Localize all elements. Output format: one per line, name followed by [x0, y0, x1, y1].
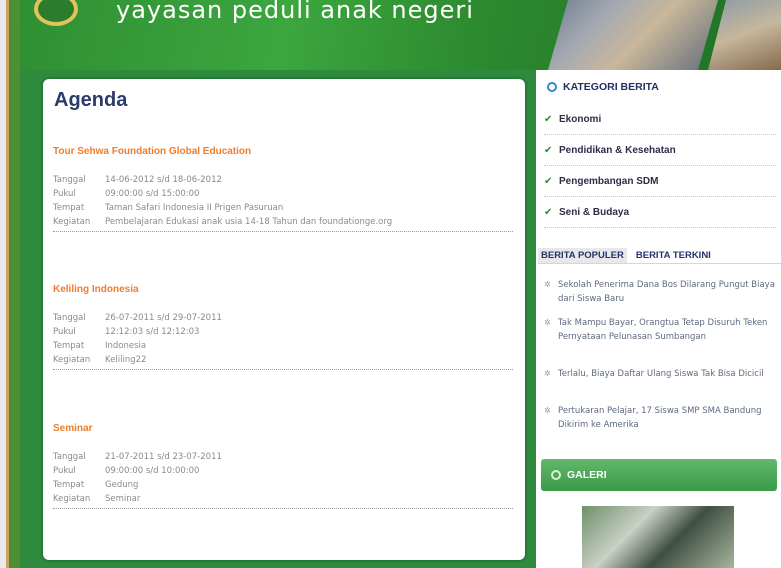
detail-label: Pukul [53, 327, 76, 337]
category-label: Pengembangan SDM [559, 175, 659, 187]
category-link-pendidikan[interactable]: ✔ Pendidikan & Kesehatan [544, 135, 776, 166]
divider [53, 508, 513, 509]
news-list-item[interactable]: ✲ Tak Mampu Bayar, Orangtua Tetap Disuru… [544, 316, 776, 344]
detail-label: Tempat [53, 480, 85, 490]
detail-value: Gedung [105, 480, 139, 490]
detail-label: Kegiatan [53, 217, 91, 227]
left-border-strip [0, 0, 20, 568]
detail-label: Tanggal [53, 452, 86, 462]
detail-value: 09:00:00 s/d 10:00:00 [105, 466, 200, 476]
circle-bullet-icon [551, 470, 561, 480]
category-link-sdm[interactable]: ✔ Pengembangan SDM [544, 166, 776, 197]
news-link[interactable]: Pertukaran Pelajar, 17 Siswa SMP SMA Ban… [558, 404, 776, 432]
categories-title: KATEGORI BERITA [563, 81, 659, 93]
categories-header: KATEGORI BERITA [547, 80, 659, 94]
detail-value: Keliling22 [105, 355, 147, 365]
detail-value: 21-07-2011 s/d 23-07-2011 [105, 452, 222, 462]
circle-bullet-icon [547, 82, 557, 92]
category-label: Seni & Budaya [559, 206, 630, 218]
detail-value: Seminar [105, 494, 141, 504]
gallery-header: GALERI [541, 459, 777, 491]
gallery-title: GALERI [567, 469, 607, 481]
checkmark-icon: ✔ [544, 113, 553, 125]
news-tabs: BERITA POPULER BERITA TERKINI [538, 248, 781, 264]
news-list-item[interactable]: ✲ Sekolah Penerima Dana Bos Dilarang Pun… [544, 278, 776, 306]
bullet-icon: ✲ [544, 280, 551, 289]
detail-label: Pukul [53, 466, 76, 476]
event-date-row: Tanggal 14-06-2012 s/d 18-06-2012 [53, 173, 513, 187]
event-time-row: Pukul 09:00:00 s/d 15:00:00 [53, 187, 513, 201]
detail-label: Kegiatan [53, 355, 91, 365]
detail-label: Tanggal [53, 175, 86, 185]
agenda-event: Keliling Indonesia Tanggal 26-07-2011 s/… [53, 284, 513, 370]
tab-berita-populer[interactable]: BERITA POPULER [538, 248, 627, 263]
event-date-row: Tanggal 26-07-2011 s/d 29-07-2011 [53, 311, 513, 325]
header-photo-secondary [708, 0, 781, 70]
site-header: yayasan peduli anak negeri [20, 0, 781, 70]
divider [53, 231, 513, 232]
event-activity-row: Kegiatan Pembelajaran Edukasi anak usia … [53, 215, 513, 229]
agenda-event: Tour Sehwa Foundation Global Education T… [53, 146, 513, 232]
bullet-icon: ✲ [544, 369, 551, 378]
detail-value: Taman Safari Indonesia II Prigen Pasurua… [105, 203, 284, 213]
agenda-event: Seminar Tanggal 21-07-2011 s/d 23-07-201… [53, 423, 513, 509]
checkmark-icon: ✔ [544, 175, 553, 187]
bullet-icon: ✲ [544, 318, 551, 327]
sidebar: KATEGORI BERITA ✔ Ekonomi ✔ Pendidikan &… [538, 70, 781, 568]
event-activity-row: Kegiatan Keliling22 [53, 353, 513, 367]
news-list-item[interactable]: ✲ Pertukaran Pelajar, 17 Siswa SMP SMA B… [544, 404, 776, 432]
detail-label: Pukul [53, 189, 76, 199]
checkmark-icon: ✔ [544, 144, 553, 156]
detail-value: 26-07-2011 s/d 29-07-2011 [105, 313, 222, 323]
detail-label: Tanggal [53, 313, 86, 323]
divider [53, 369, 513, 370]
detail-value: 14-06-2012 s/d 18-06-2012 [105, 175, 222, 185]
category-link-ekonomi[interactable]: ✔ Ekonomi [544, 104, 776, 135]
news-list-item[interactable]: ✲ Terlalu, Biaya Daftar Ulang Siswa Tak … [544, 367, 776, 381]
logo-icon[interactable] [34, 0, 78, 26]
event-place-row: Tempat Gedung [53, 478, 513, 492]
category-link-seni[interactable]: ✔ Seni & Budaya [544, 197, 776, 228]
event-title-link[interactable]: Seminar [53, 423, 513, 435]
detail-value: 12:12:03 s/d 12:12:03 [105, 327, 200, 337]
site-title[interactable]: yayasan peduli anak negeri [116, 0, 474, 24]
tab-berita-terkini[interactable]: BERITA TERKINI [633, 248, 714, 263]
detail-label: Kegiatan [53, 494, 91, 504]
agenda-card: Agenda Tour Sehwa Foundation Global Educ… [43, 79, 525, 560]
event-time-row: Pukul 12:12:03 s/d 12:12:03 [53, 325, 513, 339]
detail-label: Tempat [53, 203, 85, 213]
category-label: Pendidikan & Kesehatan [559, 144, 676, 156]
detail-value: Pembelajaran Edukasi anak usia 14-18 Tah… [105, 217, 393, 227]
detail-label: Tempat [53, 341, 85, 351]
event-activity-row: Kegiatan Seminar [53, 492, 513, 506]
bullet-icon: ✲ [544, 406, 551, 415]
checkmark-icon: ✔ [544, 206, 553, 218]
event-title-link[interactable]: Tour Sehwa Foundation Global Education [53, 146, 513, 158]
event-time-row: Pukul 09:00:00 s/d 10:00:00 [53, 464, 513, 478]
event-date-row: Tanggal 21-07-2011 s/d 23-07-2011 [53, 450, 513, 464]
detail-value: Indonesia [105, 341, 147, 351]
event-title-link[interactable]: Keliling Indonesia [53, 284, 513, 296]
header-photo [548, 0, 718, 70]
event-place-row: Tempat Taman Safari Indonesia II Prigen … [53, 201, 513, 215]
event-place-row: Tempat Indonesia [53, 339, 513, 353]
news-link[interactable]: Tak Mampu Bayar, Orangtua Tetap Disuruh … [558, 316, 776, 344]
news-link[interactable]: Sekolah Penerima Dana Bos Dilarang Pungu… [558, 278, 776, 306]
page-title: Agenda [54, 89, 128, 111]
detail-value: 09:00:00 s/d 15:00:00 [105, 189, 200, 199]
news-link[interactable]: Terlalu, Biaya Daftar Ulang Siswa Tak Bi… [558, 367, 764, 381]
gallery-photo[interactable] [582, 506, 734, 568]
category-label: Ekonomi [559, 113, 602, 125]
